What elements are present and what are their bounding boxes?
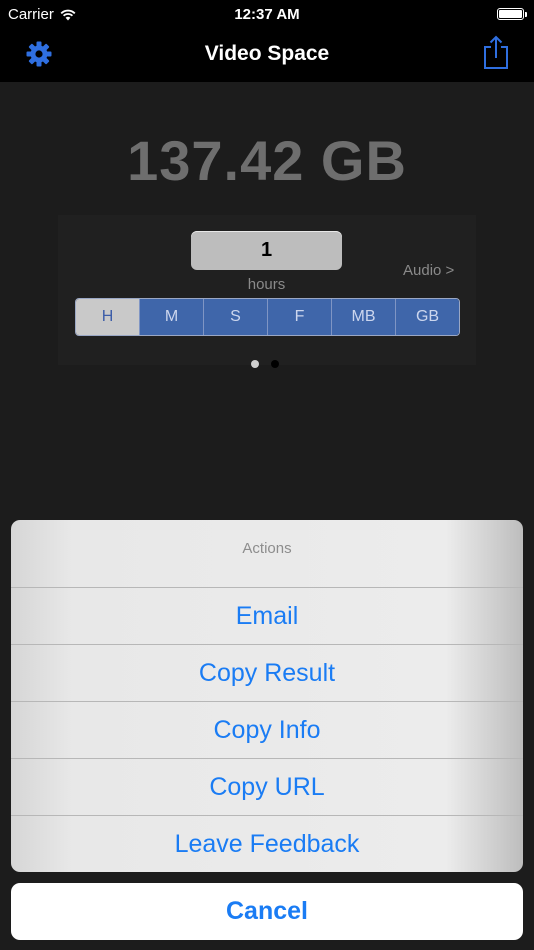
action-sheet: Actions Email Copy Result Copy Info Copy… <box>11 520 523 872</box>
copy-result-button[interactable]: Copy Result <box>11 645 523 702</box>
action-sheet-title: Actions <box>11 520 523 588</box>
copy-url-button[interactable]: Copy URL <box>11 759 523 816</box>
leave-feedback-button[interactable]: Leave Feedback <box>11 816 523 872</box>
cancel-button[interactable]: Cancel <box>11 883 523 940</box>
email-button[interactable]: Email <box>11 588 523 645</box>
copy-info-button[interactable]: Copy Info <box>11 702 523 759</box>
